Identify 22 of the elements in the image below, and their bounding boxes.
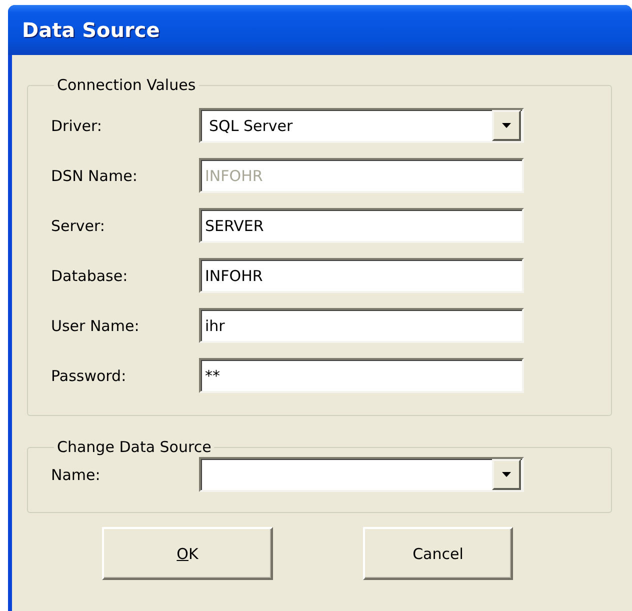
text-field[interactable]: ** — [199, 358, 524, 393]
caret-icon — [502, 123, 511, 128]
dialog-button[interactable]: OK — [102, 527, 273, 580]
caret-icon — [502, 472, 511, 477]
field-label: Server: — [50, 216, 106, 234]
text-field[interactable]: INFOHR — [199, 258, 524, 293]
dropdown-field[interactable] — [199, 457, 524, 492]
text-field[interactable]: SERVER — [199, 208, 524, 243]
text-field[interactable]: ihr — [199, 308, 524, 343]
field-label: Driver: — [50, 116, 103, 134]
window-title: Data Source — [22, 18, 160, 42]
field-label: Password: — [50, 366, 128, 384]
dialog-button[interactable]: Cancel — [363, 527, 513, 580]
dropdown-field[interactable]: SQL Server — [199, 108, 524, 143]
dropdown-button[interactable] — [492, 459, 521, 490]
field-label: Name: — [50, 466, 102, 484]
group-title: Connection Values — [56, 76, 197, 94]
field-label: DSN Name: — [50, 166, 138, 184]
group-title: Change Data Source — [56, 438, 212, 456]
field-label: User Name: — [50, 316, 140, 334]
dropdown-button[interactable] — [492, 110, 521, 141]
field-label: Database: — [50, 266, 129, 284]
